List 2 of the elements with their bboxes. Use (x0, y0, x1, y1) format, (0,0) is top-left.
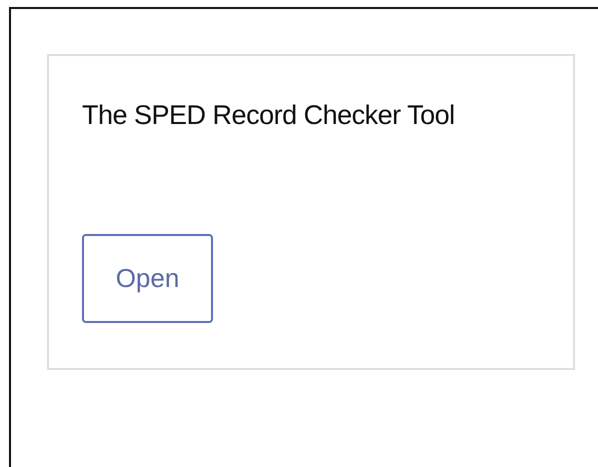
card-title: The SPED Record Checker Tool (82, 100, 455, 131)
open-button[interactable]: Open (82, 234, 213, 323)
